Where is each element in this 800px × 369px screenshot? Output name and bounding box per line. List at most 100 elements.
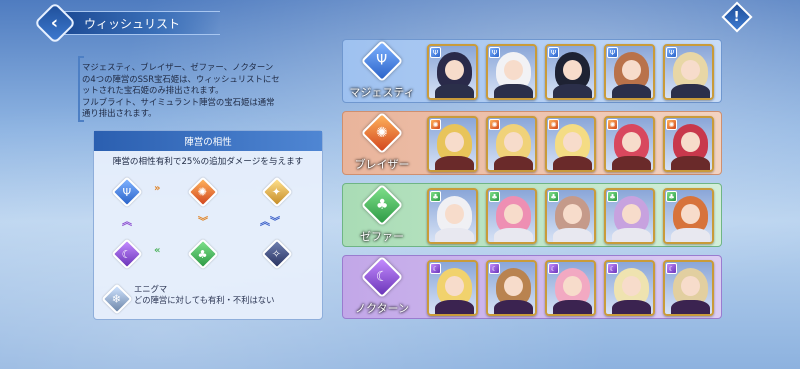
character-card[interactable]: ✺ bbox=[486, 116, 537, 172]
character-card[interactable]: Ψ bbox=[604, 44, 655, 100]
character-face bbox=[563, 132, 582, 152]
description: マジェスティ、ブレイザー、ゼファー、ノクターン の4つの陣営のSSR宝石姫は、ウ… bbox=[82, 62, 327, 120]
character-face bbox=[622, 60, 641, 80]
character-face bbox=[445, 204, 464, 224]
arrow-down-icon: ︾ bbox=[198, 217, 208, 228]
trident-icon: Ψ bbox=[360, 39, 404, 83]
faction-label: ✺ ブレイザー bbox=[343, 111, 421, 176]
character-face bbox=[622, 276, 641, 296]
diamond-star-icon: ✧ bbox=[261, 238, 293, 270]
character-card[interactable]: ✺ bbox=[427, 116, 478, 172]
faction-badge-icon: ✺ bbox=[489, 119, 500, 130]
affinity-title: 陣営の相性 bbox=[94, 131, 322, 151]
character-card[interactable]: ♣ bbox=[663, 188, 714, 244]
faction-badge-icon: Ψ bbox=[666, 47, 677, 58]
character-body bbox=[612, 228, 651, 242]
description-line: ットされた宝石姫のみ排出されます。 bbox=[82, 85, 224, 95]
character-card[interactable]: ♣ bbox=[545, 188, 596, 244]
character-body bbox=[612, 156, 651, 170]
character-face bbox=[681, 60, 700, 80]
character-card[interactable]: ✺ bbox=[604, 116, 655, 172]
arrow-up-icon: ︽ bbox=[122, 217, 132, 228]
character-face bbox=[445, 276, 464, 296]
description-line: 通り排出されます。 bbox=[82, 108, 157, 118]
arrow-up-down-icon: ︽︾ bbox=[260, 217, 280, 228]
character-card[interactable]: ☾ bbox=[545, 260, 596, 316]
character-body bbox=[553, 156, 592, 170]
trident-icon: Ψ bbox=[111, 176, 143, 208]
character-card[interactable]: ☾ bbox=[663, 260, 714, 316]
back-button[interactable]: ‹ bbox=[33, 1, 77, 45]
character-face bbox=[622, 132, 641, 152]
character-body bbox=[435, 228, 474, 242]
character-face bbox=[504, 132, 523, 152]
character-face bbox=[504, 276, 523, 296]
character-body bbox=[494, 228, 533, 242]
character-body bbox=[671, 84, 710, 98]
character-body bbox=[553, 300, 592, 314]
faction-badge-icon: ✺ bbox=[607, 119, 618, 130]
character-body bbox=[435, 300, 474, 314]
enigma-note: エニグマ どの陣営に対しても有利・不利はない bbox=[134, 284, 274, 306]
character-card[interactable]: Ψ bbox=[663, 44, 714, 100]
character-body bbox=[494, 156, 533, 170]
faction-badge-icon: ♣ bbox=[548, 191, 559, 202]
faction-badge-icon: ✺ bbox=[666, 119, 677, 130]
faction-name: マジェスティ bbox=[349, 86, 415, 99]
affinity-subtitle: 陣営の相性有利で25%の追加ダメージを与えます bbox=[112, 157, 304, 167]
character-card[interactable]: ♣ bbox=[486, 188, 537, 244]
flame-icon: ✺ bbox=[187, 176, 219, 208]
character-card[interactable]: ☾ bbox=[427, 260, 478, 316]
character-face bbox=[563, 60, 582, 80]
character-face bbox=[504, 204, 523, 224]
moon-icon: ☾ bbox=[360, 255, 404, 299]
character-face bbox=[445, 60, 464, 80]
tree-icon: ♣ bbox=[360, 183, 404, 227]
faction-row-zephyr: ♣ ゼファー ♣ ♣ ♣ ♣ ♣ bbox=[342, 183, 722, 247]
character-card[interactable]: Ψ bbox=[486, 44, 537, 100]
faction-label: ☾ ノクターン bbox=[343, 255, 421, 320]
character-card[interactable]: ♣ bbox=[427, 188, 478, 244]
faction-name: ノクターン bbox=[354, 302, 409, 315]
character-card[interactable]: ✺ bbox=[545, 116, 596, 172]
faction-badge-icon: ✺ bbox=[548, 119, 559, 130]
faction-badge-icon: ♣ bbox=[666, 191, 677, 202]
character-face bbox=[563, 204, 582, 224]
faction-badge-icon: ✺ bbox=[430, 119, 441, 130]
character-face bbox=[681, 132, 700, 152]
faction-label: ♣ ゼファー bbox=[343, 183, 421, 248]
character-face bbox=[504, 60, 523, 80]
faction-badge-icon: Ψ bbox=[548, 47, 559, 58]
character-body bbox=[612, 84, 651, 98]
character-face bbox=[681, 276, 700, 296]
character-card[interactable]: Ψ bbox=[427, 44, 478, 100]
enigma-desc: どの陣営に対しても有利・不利はない bbox=[134, 295, 275, 305]
exclamation-icon: ! bbox=[734, 9, 740, 25]
info-button[interactable]: ! bbox=[721, 1, 753, 33]
snowflake-icon: ❄ bbox=[101, 283, 133, 315]
character-card[interactable]: Ψ bbox=[545, 44, 596, 100]
faction-badge-icon: Ψ bbox=[607, 47, 618, 58]
character-card[interactable]: ☾ bbox=[486, 260, 537, 316]
arrow-right-icon: » bbox=[154, 183, 161, 194]
star-icon: ✦ bbox=[261, 176, 293, 208]
faction-badge-icon: ☾ bbox=[548, 263, 559, 274]
faction-name: ゼファー bbox=[360, 230, 404, 243]
character-body bbox=[671, 300, 710, 314]
faction-row-blazer: ✺ ブレイザー ✺ ✺ ✺ ✺ ✺ bbox=[342, 111, 722, 175]
arrow-left-icon: « bbox=[154, 245, 161, 256]
character-face bbox=[445, 132, 464, 152]
character-card[interactable]: ♣ bbox=[604, 188, 655, 244]
character-face bbox=[563, 276, 582, 296]
character-face bbox=[622, 204, 641, 224]
character-card[interactable]: ☾ bbox=[604, 260, 655, 316]
character-body bbox=[671, 156, 710, 170]
header: ‹ ウィッシュリスト bbox=[33, 1, 221, 45]
faction-label: Ψ マジェスティ bbox=[343, 39, 421, 104]
character-body bbox=[553, 228, 592, 242]
character-face bbox=[681, 204, 700, 224]
character-body bbox=[671, 228, 710, 242]
character-card[interactable]: ✺ bbox=[663, 116, 714, 172]
description-line: フルブライト、サイミュラント陣営の宝石姫は通常 bbox=[82, 96, 275, 107]
faction-badge-icon: ♣ bbox=[430, 191, 441, 202]
